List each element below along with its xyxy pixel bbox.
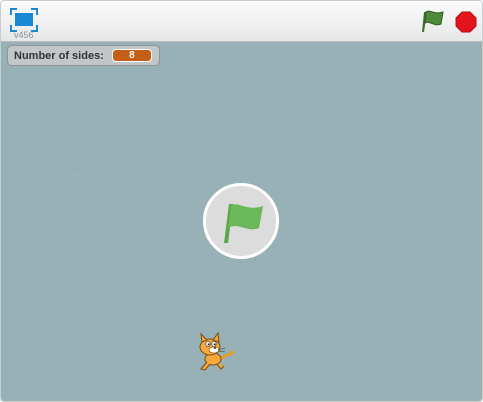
fullscreen-button[interactable] xyxy=(10,8,38,32)
cat-icon xyxy=(199,331,235,371)
stop-sign-icon xyxy=(455,11,477,33)
fullscreen-icon xyxy=(10,8,38,32)
start-overlay-button[interactable] xyxy=(203,183,279,259)
monitor-label: Number of sides: xyxy=(14,49,104,62)
player-toolbar: v456 xyxy=(1,1,482,42)
scratch-player: v456 Number of sides: 8 xyxy=(0,0,483,402)
version-label: v456 xyxy=(14,30,34,40)
green-flag-icon xyxy=(224,204,263,243)
stop-button[interactable] xyxy=(455,11,477,33)
variable-monitor[interactable]: Number of sides: 8 xyxy=(7,45,160,66)
green-flag-icon xyxy=(422,10,444,32)
monitor-value: 8 xyxy=(111,49,152,62)
cat-sprite[interactable] xyxy=(193,331,235,374)
green-flag-button[interactable] xyxy=(421,9,445,33)
stage-pen-dot xyxy=(74,168,75,169)
stage[interactable]: Number of sides: 8 xyxy=(1,42,482,401)
